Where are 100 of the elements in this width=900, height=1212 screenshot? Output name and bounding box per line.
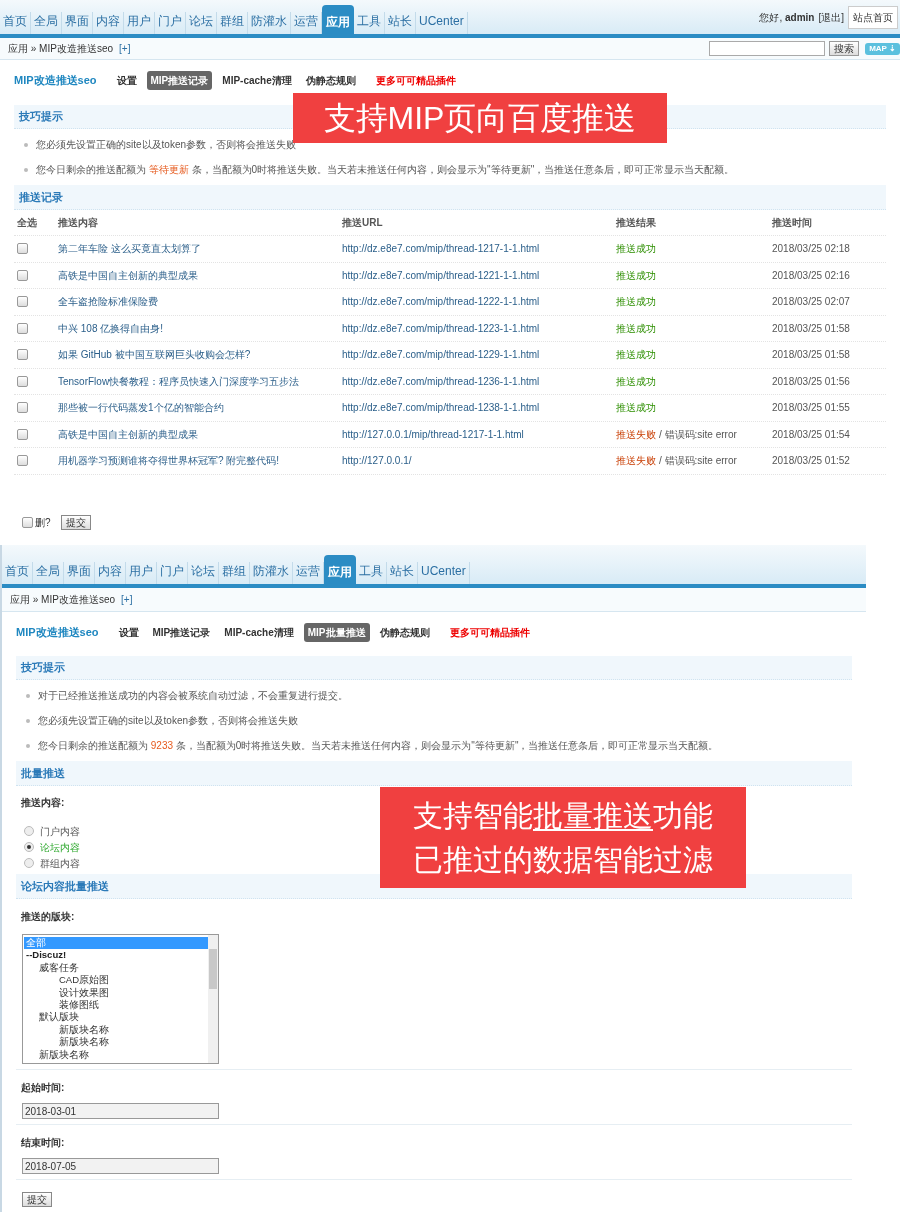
nav-tab[interactable]: 应用 (322, 5, 354, 34)
add-link[interactable]: [+] (121, 592, 133, 607)
plugin-tab[interactable]: MIP推送记录 (148, 622, 215, 642)
nav-tab[interactable]: 门户 (155, 12, 186, 34)
radio-button[interactable] (24, 842, 34, 852)
checkbox[interactable] (17, 243, 28, 255)
nav-tab[interactable]: 工具 (354, 12, 385, 34)
nav-tab[interactable]: 首页 (2, 562, 33, 584)
nav-tab[interactable]: 用户 (126, 562, 157, 584)
content-link[interactable]: 高铁是中国自主创新的典型成果 (58, 426, 342, 442)
url-link[interactable]: http://dz.e8e7.com/mip/thread-1221-1-1.html (342, 267, 616, 283)
plugin-tab[interactable]: 更多可可精品插件 (445, 622, 534, 642)
bullet-icon (26, 743, 30, 748)
nav-tab[interactable]: 全局 (31, 12, 62, 34)
board-option[interactable]: 威客任务 (24, 961, 208, 975)
field-label: 结束时间: (20, 1136, 66, 1150)
nav-tab[interactable]: 群组 (219, 562, 250, 584)
radio-button[interactable] (24, 858, 34, 868)
board-option[interactable]: 装修图纸 (24, 999, 208, 1012)
bullet-icon (26, 693, 30, 698)
plugin-tab[interactable]: MIP批量推送 (303, 622, 370, 642)
board-option[interactable]: 新版块名称 (24, 1048, 208, 1062)
nav-tab[interactable]: UCenter (416, 12, 468, 34)
url-link[interactable]: http://dz.e8e7.com/mip/thread-1236-1-1.html (342, 373, 616, 389)
nav-tab[interactable]: 门户 (157, 562, 188, 584)
url-link[interactable]: http://127.0.0.1/ (342, 453, 616, 469)
nav-tab[interactable]: 内容 (95, 562, 126, 584)
nav-tab[interactable]: 界面 (62, 12, 93, 34)
column-header: 推送时间 (772, 216, 813, 230)
plugin-tab[interactable]: 伪静态规则 (301, 70, 360, 90)
board-option[interactable]: 设计效果图 (24, 986, 208, 1000)
nav-tab[interactable]: 工具 (356, 562, 387, 584)
checkbox[interactable] (22, 516, 33, 528)
checkbox[interactable] (17, 349, 28, 361)
nav-tab[interactable]: 群组 (217, 12, 248, 34)
url-link[interactable]: http://dz.e8e7.com/mip/thread-1222-1-1.html (342, 294, 616, 310)
plugin-tab[interactable]: MIP-cache清理 (218, 70, 296, 90)
submit-button[interactable]: 提交 (22, 1192, 52, 1207)
board-option[interactable]: 新版块名称 (24, 1023, 208, 1037)
content-link[interactable]: 用机器学习预测谁将夺得世界杯冠军? 附完整代码! (58, 453, 342, 469)
nav-tab[interactable]: 论坛 (186, 12, 217, 34)
radio-label: 群组内容 (40, 856, 80, 871)
push-result: 推送失败 (616, 454, 656, 469)
nav-tab[interactable]: 内容 (93, 12, 124, 34)
push-result: 推送成功 (616, 268, 656, 283)
logout-link[interactable]: [退出] (818, 10, 844, 25)
url-link[interactable]: http://dz.e8e7.com/mip/thread-1223-1-1.html (342, 320, 616, 336)
content-link[interactable]: 中兴 108 亿换得自由身! (58, 320, 342, 336)
nav-tab[interactable]: 防灌水 (250, 562, 293, 584)
content-link[interactable]: TensorFlow快餐教程：程序员快速入门深度学习五步法 (58, 373, 342, 389)
content-link[interactable]: 第二年车险 这么买竟直太划算了 (58, 241, 342, 257)
bullet-icon (24, 167, 28, 172)
content-link[interactable]: 如果 GitHub 被中国互联网巨头收购会怎样? (58, 347, 342, 363)
url-link[interactable]: http://dz.e8e7.com/mip/thread-1229-1-1.html (342, 347, 616, 363)
checkbox[interactable] (17, 455, 28, 467)
checkbox[interactable] (17, 375, 28, 387)
plugin-tab[interactable]: 设置 (112, 70, 141, 90)
url-link[interactable]: http://dz.e8e7.com/mip/thread-1217-1-1.html (342, 241, 616, 257)
date-field[interactable]: 2018-07-05 (22, 1158, 219, 1174)
board-listbox[interactable]: 全部 --Discuz! 威客任务 CAD原始图 设计效果图 装修图纸 默认版块 新版块名称 新版块名称 新版块名称 (22, 934, 219, 1064)
checkbox[interactable] (17, 428, 28, 440)
nav-tab[interactable]: 论坛 (188, 562, 219, 584)
site-home-button[interactable]: 站点首页 (848, 6, 898, 29)
push-time: 2018/03/25 01:55 (772, 401, 851, 416)
submit-button[interactable]: 提交 (60, 514, 91, 530)
nav-tab[interactable]: 站长 (385, 12, 416, 34)
nav-tab[interactable]: 全局 (33, 562, 64, 584)
scrollbar[interactable] (208, 935, 218, 1063)
nav-tab[interactable]: 站长 (387, 562, 418, 584)
plugin-tab[interactable]: 伪静态规则 (375, 622, 434, 642)
board-option[interactable]: 默认版块 (24, 1011, 208, 1024)
url-link[interactable]: http://127.0.0.1/mip/thread-1217-1-1.html (342, 426, 616, 442)
checkbox[interactable] (17, 296, 28, 308)
checkbox[interactable] (17, 269, 28, 281)
checkbox[interactable] (17, 322, 28, 334)
checkbox-label: 删? (35, 515, 51, 530)
plugin-tab[interactable]: 更多可可精品插件 (371, 70, 460, 90)
board-option[interactable]: --Discuz! (24, 949, 208, 962)
plugin-tab[interactable]: 设置 (114, 622, 143, 642)
content-link[interactable]: 全车盗抢险标准保险费 (58, 294, 342, 310)
radio-button[interactable] (24, 826, 34, 836)
board-option[interactable]: CAD原始图 (24, 974, 208, 987)
add-link[interactable]: [+] (119, 41, 131, 56)
nav-tab[interactable]: 应用 (324, 555, 356, 584)
nav-tab[interactable]: 首页 (0, 12, 31, 34)
nav-tab[interactable]: 防灌水 (248, 12, 291, 34)
content-link[interactable]: 那些被一行代码蒸发1个亿的智能合约 (58, 400, 342, 416)
plugin-tab[interactable]: MIP推送记录 (146, 70, 213, 90)
date-field[interactable]: 2018-03-01 (22, 1103, 219, 1119)
board-option[interactable]: 新版块名称 (24, 1036, 208, 1049)
push-result: 推送成功 (616, 401, 656, 416)
checkbox[interactable] (17, 402, 28, 414)
plugin-tab[interactable]: MIP-cache清理 (220, 622, 298, 642)
search-button[interactable]: 搜索 (829, 41, 860, 56)
url-link[interactable]: http://dz.e8e7.com/mip/thread-1238-1-1.html (342, 400, 616, 416)
nav-tab[interactable]: 用户 (124, 12, 155, 34)
search-field[interactable] (709, 41, 826, 56)
nav-tab[interactable]: 界面 (64, 562, 95, 584)
nav-tab[interactable]: UCenter (418, 562, 470, 584)
content-link[interactable]: 高铁是中国自主创新的典型成果 (58, 267, 342, 283)
